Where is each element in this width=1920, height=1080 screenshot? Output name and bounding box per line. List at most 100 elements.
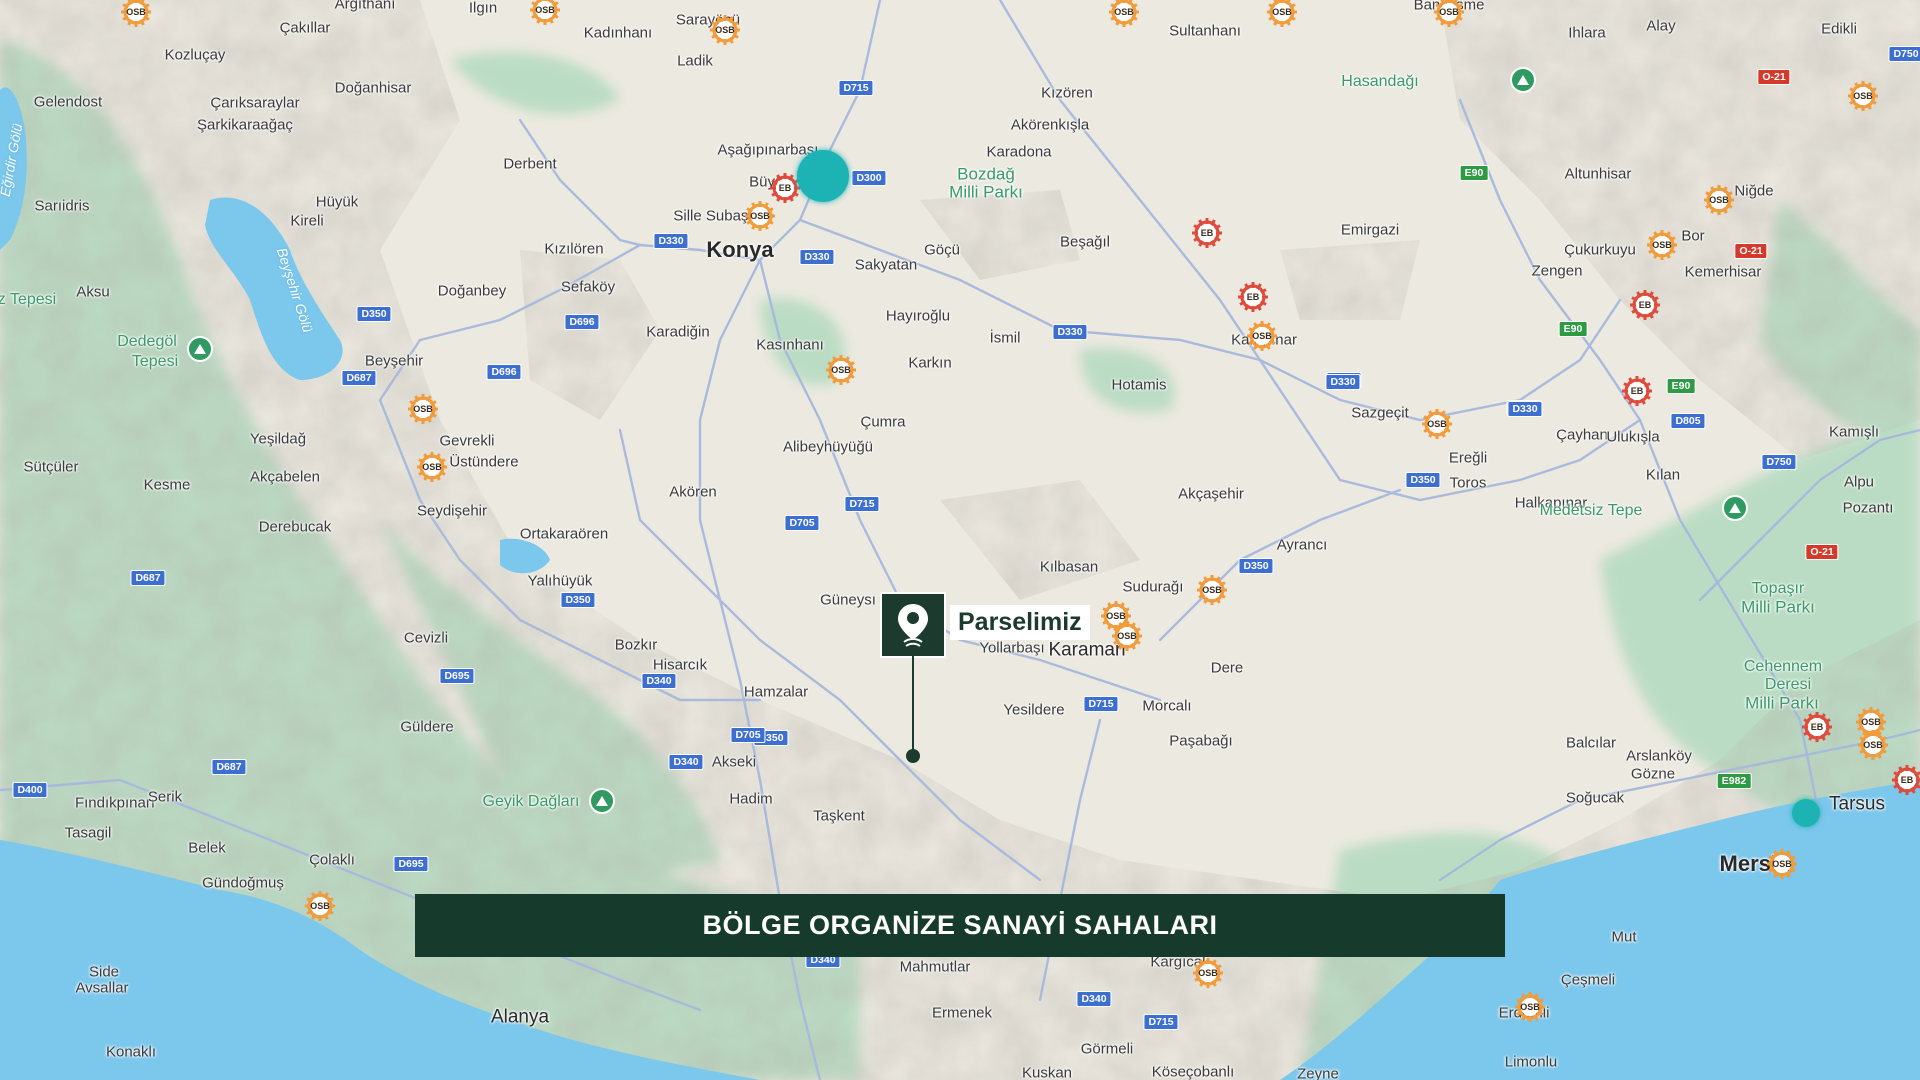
osb-gear-icon[interactable]: OSB (1514, 991, 1546, 1023)
road-shield: D340 (641, 673, 677, 689)
osb-gear-icon[interactable]: OSB (416, 451, 448, 483)
zone-marker-label: EB (1246, 292, 1260, 302)
place-label: Hadim (729, 790, 773, 808)
place-label: Niğde (1734, 182, 1774, 200)
marker-cluster-icon[interactable] (797, 150, 849, 202)
place-label: Ladik (677, 52, 713, 70)
road-shield: D805 (1670, 413, 1706, 429)
marker-cluster-icon[interactable] (1792, 799, 1820, 827)
place-label: Altunhisar (1564, 165, 1632, 183)
osb-gear-icon[interactable]: OSB (1766, 848, 1798, 880)
osb-gear-icon[interactable]: OSB (825, 354, 857, 386)
road-shield: D340 (668, 754, 704, 770)
osb-gear-icon[interactable]: OSB (407, 393, 439, 425)
place-label: Tarsus (1829, 793, 1885, 815)
osb-gear-icon[interactable]: OSB (120, 0, 152, 28)
osb-gear-icon[interactable]: OSB (1857, 729, 1889, 761)
place-label: Doğanhisar (334, 79, 412, 97)
zone-marker-label: OSB (310, 901, 330, 911)
osb-gear-icon[interactable]: OSB (1108, 0, 1140, 28)
parcel-location-dot[interactable] (906, 749, 920, 763)
osb-gear-icon[interactable]: OSB (1266, 0, 1298, 28)
mountain-peak-icon[interactable] (589, 788, 615, 814)
place-label: Kılan (1645, 466, 1681, 484)
eb-gear-icon[interactable]: EB (1629, 289, 1661, 321)
eb-gear-icon[interactable]: EB (1191, 217, 1223, 249)
place-label: Limonlu (1504, 1053, 1558, 1071)
place-label: Mut (1611, 928, 1637, 946)
park-peak-label: Deresi (1764, 676, 1812, 693)
eb-gear-icon[interactable]: EB (1237, 281, 1269, 313)
place-label: Alanya (490, 1006, 550, 1028)
place-label: Sudurağı (1122, 578, 1184, 596)
park-peak-label: z Tepesi (0, 291, 57, 308)
road-shield: D687 (211, 759, 247, 775)
mountain-peak-icon[interactable] (1722, 495, 1748, 521)
osb-gear-icon[interactable]: OSB (1847, 80, 1879, 112)
zone-marker-label: OSB (1652, 240, 1672, 250)
osb-gear-icon[interactable]: OSB (1192, 957, 1224, 989)
osb-gear-icon[interactable]: OSB (529, 0, 561, 26)
place-label: Serik (147, 788, 183, 806)
place-label: Çukurkuyu (1564, 241, 1636, 259)
mountain-peak-icon[interactable] (1510, 67, 1536, 93)
eb-gear-icon[interactable]: EB (1891, 764, 1920, 796)
place-label: Mahmutlar (899, 958, 971, 976)
place-label: Akören (669, 483, 717, 501)
zone-marker-label: OSB (1853, 91, 1873, 101)
place-label: Karadiğin (646, 323, 710, 341)
parcel-marker-pin[interactable] (880, 592, 946, 658)
zone-marker-label: EB (1900, 775, 1914, 785)
place-label: Fındıkpınarı (74, 794, 156, 812)
place-label: Akseki (711, 753, 757, 771)
osb-gear-icon[interactable]: OSB (1433, 0, 1465, 28)
parcel-marker-label: Parselimiz (950, 605, 1090, 640)
place-label: Hüyük (315, 193, 359, 211)
place-label: Konaklı (105, 1043, 157, 1061)
road-shield: D705 (784, 515, 820, 531)
place-label: Çarıksaraylar (210, 94, 300, 112)
osb-gear-icon[interactable]: OSB (744, 200, 776, 232)
eb-gear-icon[interactable]: EB (1801, 711, 1833, 743)
place-label: Karadona (986, 143, 1052, 161)
place-label: Kızören (1041, 84, 1093, 102)
place-label: Sazgeçit (1351, 404, 1409, 422)
osb-gear-icon[interactable]: OSB (1646, 229, 1678, 261)
osb-gear-icon[interactable]: OSB (1111, 620, 1143, 652)
road-shield: E90 (1666, 378, 1696, 394)
place-label: Belek (188, 839, 226, 857)
zone-marker-label: OSB (1863, 740, 1883, 750)
place-label: Zeyne (1297, 1065, 1339, 1080)
zone-marker-label: OSB (750, 211, 770, 221)
place-label: Emirgazi (1340, 221, 1400, 239)
place-label: Side (88, 963, 120, 981)
place-label: Gündoğmuş (202, 874, 284, 892)
park-peak-label: Milli Parkı (1745, 693, 1819, 713)
osb-gear-icon[interactable]: OSB (304, 890, 336, 922)
place-label: Zengen (1531, 262, 1583, 280)
osb-gear-icon[interactable]: OSB (1196, 574, 1228, 606)
place-label: Kireli (290, 212, 324, 230)
osb-gear-icon[interactable]: OSB (1421, 408, 1453, 440)
zone-marker-label: OSB (1117, 631, 1137, 641)
place-label: Arslanköy (1626, 747, 1692, 765)
place-label: Yalıhüyük (527, 572, 593, 590)
osb-gear-icon[interactable]: OSB (1246, 320, 1278, 352)
eb-gear-icon[interactable]: EB (1621, 375, 1653, 407)
zone-marker-label: EB (1200, 228, 1214, 238)
osb-gear-icon[interactable]: OSB (709, 14, 741, 46)
road-shield: O-21 (1734, 243, 1768, 259)
place-label: Gözne (1630, 765, 1676, 783)
road-shield: D715 (1143, 1014, 1179, 1030)
zone-marker-label: EB (1638, 300, 1652, 310)
place-label: Morcalı (1142, 697, 1192, 715)
place-label: Ihlara (1568, 24, 1606, 42)
zone-marker-label: OSB (1114, 7, 1134, 17)
map-canvas[interactable]: Konya Karaman Mersin Tarsus Alanya Ereğli Çakı… (0, 0, 1920, 1080)
place-label: Aksu (76, 283, 110, 301)
place-label: Beşağıl (1059, 233, 1111, 251)
osb-gear-icon[interactable]: OSB (1703, 184, 1735, 216)
place-label: Hayıroğlu (885, 307, 951, 325)
park-peak-label: Medetsiz Tepe (1539, 502, 1643, 519)
mountain-peak-icon[interactable] (187, 336, 213, 362)
